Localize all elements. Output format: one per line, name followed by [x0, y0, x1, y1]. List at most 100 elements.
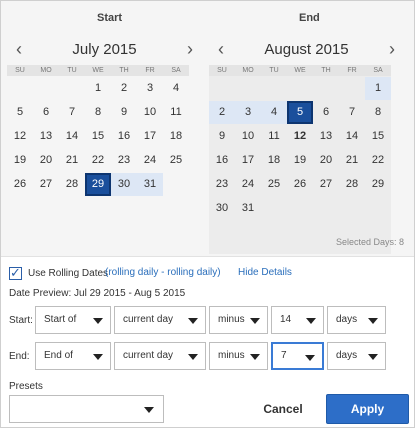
- day-cell[interactable]: 6: [33, 101, 59, 124]
- day-cell[interactable]: 9: [209, 125, 235, 148]
- start-op-select[interactable]: minus: [209, 306, 268, 334]
- apply-button[interactable]: Apply: [326, 394, 409, 424]
- end-op-value: minus: [218, 350, 245, 361]
- weekday-header: SU MO TU WE TH FR SA: [209, 65, 391, 76]
- day-cell[interactable]: 31: [137, 173, 163, 196]
- week-row: 19 20 21 22 23 24 25: [7, 149, 189, 172]
- empty-day-cell: [235, 77, 261, 100]
- day-cell[interactable]: 17: [137, 125, 163, 148]
- start-anchor-select[interactable]: Start of: [35, 306, 111, 334]
- day-cell[interactable]: 23: [111, 149, 137, 172]
- rolling-daily-link[interactable]: (rolling daily - rolling daily): [105, 267, 221, 278]
- day-cell[interactable]: 13: [313, 125, 339, 148]
- day-cell[interactable]: 27: [33, 173, 59, 196]
- day-cell[interactable]: 24: [137, 149, 163, 172]
- end-unit-ref-select[interactable]: current day: [114, 342, 206, 370]
- day-cell[interactable]: 2: [111, 77, 137, 100]
- day-cell[interactable]: 1: [85, 77, 111, 100]
- day-cell[interactable]: 31: [235, 197, 261, 220]
- hide-details-link[interactable]: Hide Details: [238, 267, 292, 278]
- day-cell[interactable]: 3: [235, 101, 261, 124]
- day-cell[interactable]: 5: [7, 101, 33, 124]
- day-cell[interactable]: 28: [339, 173, 365, 196]
- end-amount-value: 7: [281, 350, 287, 361]
- day-cell[interactable]: 27: [313, 173, 339, 196]
- end-anchor-select[interactable]: End of: [35, 342, 111, 370]
- day-cell[interactable]: 10: [235, 125, 261, 148]
- day-cell[interactable]: 8: [85, 101, 111, 124]
- day-cell[interactable]: 21: [59, 149, 85, 172]
- start-calendar: ‹ July 2015 › SU MO TU WE TH FR SA 1 2 3 4 5 6 7 8 9 10 1…: [7, 37, 202, 251]
- day-cell[interactable]: 6: [313, 101, 339, 124]
- day-cell[interactable]: 4: [261, 101, 287, 124]
- chevron-down-icon: [188, 354, 198, 360]
- day-cell[interactable]: 14: [339, 125, 365, 148]
- day-cell[interactable]: 17: [235, 149, 261, 172]
- day-cell[interactable]: 12: [287, 125, 313, 148]
- day-cell[interactable]: 15: [85, 125, 111, 148]
- next-month-icon[interactable]: ›: [182, 40, 198, 58]
- start-unit-select[interactable]: days: [327, 306, 386, 334]
- day-cell[interactable]: 10: [137, 101, 163, 124]
- day-cell[interactable]: 21: [339, 149, 365, 172]
- start-unit-ref-select[interactable]: current day: [114, 306, 206, 334]
- day-cell[interactable]: 11: [261, 125, 287, 148]
- day-cell[interactable]: 23: [209, 173, 235, 196]
- chevron-down-icon: [306, 318, 316, 324]
- day-cell[interactable]: 25: [261, 173, 287, 196]
- presets-select[interactable]: [9, 395, 164, 423]
- empty-day-cell: [209, 77, 235, 100]
- start-amount-select[interactable]: 14: [271, 306, 324, 334]
- weekday-label: TH: [313, 65, 339, 76]
- day-cell[interactable]: 12: [7, 125, 33, 148]
- day-cell[interactable]: 1: [365, 77, 391, 100]
- day-cell[interactable]: 22: [85, 149, 111, 172]
- day-cell[interactable]: 20: [313, 149, 339, 172]
- day-cell[interactable]: 28: [59, 173, 85, 196]
- day-cell[interactable]: 29: [365, 173, 391, 196]
- start-anchor-value: Start of: [44, 314, 77, 325]
- day-cell[interactable]: 5: [287, 101, 313, 124]
- day-cell[interactable]: 26: [287, 173, 313, 196]
- day-cell[interactable]: 26: [7, 173, 33, 196]
- day-cell[interactable]: 11: [163, 101, 189, 124]
- end-amount-select[interactable]: 7: [271, 342, 324, 370]
- day-cell[interactable]: 30: [111, 173, 137, 196]
- day-cell[interactable]: 22: [365, 149, 391, 172]
- day-cell[interactable]: 7: [59, 101, 85, 124]
- day-cell[interactable]: 16: [111, 125, 137, 148]
- day-cell[interactable]: 24: [235, 173, 261, 196]
- rolling-dates-checkbox[interactable]: ✓: [9, 265, 22, 280]
- day-cell[interactable]: 20: [33, 149, 59, 172]
- weekday-label: MO: [33, 65, 59, 76]
- day-cell[interactable]: 30: [209, 197, 235, 220]
- empty-day-cell: [339, 77, 365, 100]
- day-cell[interactable]: 18: [163, 125, 189, 148]
- day-cell[interactable]: 25: [163, 149, 189, 172]
- day-cell[interactable]: 18: [261, 149, 287, 172]
- day-cell[interactable]: 19: [7, 149, 33, 172]
- day-cell[interactable]: 14: [59, 125, 85, 148]
- day-cell[interactable]: 4: [163, 77, 189, 100]
- week-row: 30 31: [209, 197, 391, 220]
- end-op-select[interactable]: minus: [209, 342, 268, 370]
- day-cell[interactable]: 9: [111, 101, 137, 124]
- weekday-label: SA: [163, 65, 189, 76]
- day-cell[interactable]: 3: [137, 77, 163, 100]
- day-cell[interactable]: 16: [209, 149, 235, 172]
- day-cell[interactable]: 29: [85, 173, 111, 196]
- day-cell[interactable]: 2: [209, 101, 235, 124]
- day-cell[interactable]: 7: [339, 101, 365, 124]
- end-unit-select[interactable]: days: [327, 342, 386, 370]
- weekday-label: MO: [235, 65, 261, 76]
- cancel-button[interactable]: Cancel: [251, 396, 315, 422]
- day-cell[interactable]: 19: [287, 149, 313, 172]
- day-cell[interactable]: 8: [365, 101, 391, 124]
- weekday-label: SU: [209, 65, 235, 76]
- next-month-icon[interactable]: ›: [384, 40, 400, 58]
- day-cell[interactable]: 13: [33, 125, 59, 148]
- chevron-down-icon: [93, 318, 103, 324]
- chevron-down-icon: [368, 318, 378, 324]
- weekday-label: WE: [85, 65, 111, 76]
- day-cell[interactable]: 15: [365, 125, 391, 148]
